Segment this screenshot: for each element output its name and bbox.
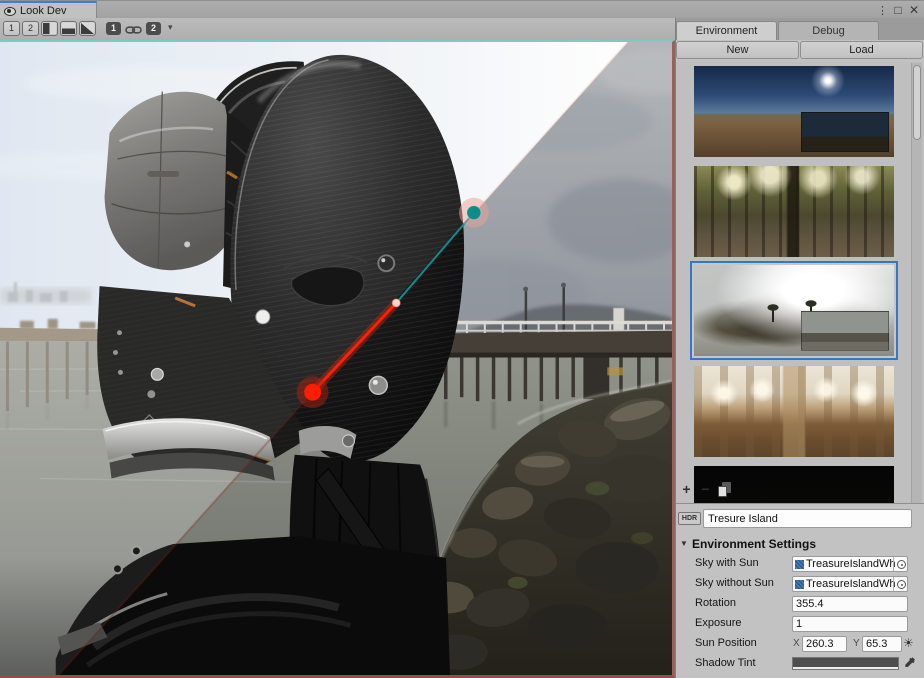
exposure-row: Exposure 1 xyxy=(676,615,924,633)
link-cameras-icon[interactable] xyxy=(125,23,142,41)
split-horizontal-icon[interactable] xyxy=(60,21,77,36)
hdr-name-row: HDR xyxy=(676,509,924,529)
sun-position-row: Sun Position X 260.3 Y 65.3 ☀ xyxy=(676,635,924,653)
y-axis-label: Y xyxy=(853,638,860,649)
shadow-tint-label: Shadow Tint xyxy=(695,657,756,669)
palm-tree-icon xyxy=(772,309,774,322)
load-button[interactable]: Load xyxy=(800,41,923,59)
duplicate-icon[interactable] xyxy=(718,482,733,498)
env-list-scrollbar[interactable] xyxy=(911,63,922,503)
tab-look-dev[interactable]: Look Dev xyxy=(0,1,97,19)
add-environment-button[interactable]: + xyxy=(678,481,695,499)
tab-title: Look Dev xyxy=(20,5,66,17)
view-handle-teal[interactable] xyxy=(467,206,481,220)
toolbar-dropdown-icon[interactable]: ▾ xyxy=(168,22,173,33)
cubemap-icon xyxy=(795,580,804,589)
env-list-footer: + − xyxy=(676,481,924,502)
exposure-label: Exposure xyxy=(695,617,741,629)
lookdev-viewport-render[interactable] xyxy=(0,40,675,678)
gizmo-midpoint[interactable] xyxy=(392,299,400,307)
rotation-field[interactable]: 355.4 xyxy=(792,596,908,612)
maximize-icon[interactable]: □ xyxy=(890,3,906,17)
sky-with-sun-value: TreasureIslandWh xyxy=(806,558,895,570)
exposure-field[interactable]: 1 xyxy=(792,616,908,632)
lookdev-toolbar: 1 2 1 2 ▾ xyxy=(0,18,675,40)
environment-panel: Environment Debug New Load xyxy=(676,18,924,678)
hdr-badge: HDR xyxy=(678,512,701,525)
shadow-tint-row: Shadow Tint xyxy=(676,655,924,673)
remove-environment-button[interactable]: − xyxy=(697,481,714,499)
split-diagonal-icon[interactable] xyxy=(79,21,96,36)
sky-with-sun-object-field[interactable]: TreasureIslandWh xyxy=(792,556,908,572)
foldout-arrow-icon[interactable]: ▼ xyxy=(680,539,688,548)
new-button[interactable]: New xyxy=(676,41,799,59)
camera-1-badge[interactable]: 1 xyxy=(106,22,121,35)
shadow-tint-color-swatch[interactable] xyxy=(792,657,899,670)
sun-x-field[interactable]: 260.3 xyxy=(802,636,847,652)
sun-y-field[interactable]: 65.3 xyxy=(862,636,902,652)
env-list-scroll-thumb[interactable] xyxy=(913,65,921,140)
hdri-inset-savanna xyxy=(801,112,889,152)
sun-icon[interactable]: ☀ xyxy=(903,636,914,650)
sun-handle-red[interactable] xyxy=(304,384,321,401)
sky-with-sun-row: Sky with Sun TreasureIslandWh xyxy=(676,555,924,573)
panel-tab-strip: Environment Debug xyxy=(676,18,924,40)
eyedropper-icon[interactable] xyxy=(904,656,917,674)
tab-debug[interactable]: Debug xyxy=(778,21,879,40)
single-view-2-button[interactable]: 2 xyxy=(22,21,39,36)
environment-name-input[interactable] xyxy=(703,509,912,528)
split-vertical-icon[interactable] xyxy=(41,21,58,36)
sky-without-sun-object-field[interactable]: TreasureIslandWh xyxy=(792,576,908,592)
lookdev-window: Look Dev ⋮ □ ✕ 1 2 1 2 ▾ xyxy=(0,0,924,678)
hdri-inset-treasure-island xyxy=(801,311,889,351)
x-axis-label: X xyxy=(793,638,800,649)
env-actions: New Load xyxy=(676,40,924,60)
hdri-environment-list xyxy=(676,62,924,503)
sky-without-sun-row: Sky without Sun TreasureIslandWh xyxy=(676,575,924,593)
sky-without-sun-label: Sky without Sun xyxy=(695,577,774,589)
rotation-value: 355.4 xyxy=(796,598,824,610)
object-picker-icon[interactable] xyxy=(893,557,907,571)
camera-2-badge[interactable]: 2 xyxy=(146,22,161,35)
eye-icon xyxy=(4,7,16,16)
exposure-value: 1 xyxy=(796,618,802,630)
sky-without-sun-value: TreasureIslandWh xyxy=(806,578,895,590)
hdri-thumbnail-savanna[interactable] xyxy=(694,66,894,157)
window-menu-icon[interactable]: ⋮ xyxy=(874,4,890,17)
hdri-thumbnail-church[interactable] xyxy=(694,366,894,457)
settings-header-label: Environment Settings xyxy=(692,537,816,551)
rotation-label: Rotation xyxy=(695,597,736,609)
object-picker-icon[interactable] xyxy=(893,577,907,591)
rotation-row: Rotation 355.4 xyxy=(676,595,924,613)
title-bar: Look Dev ⋮ □ ✕ xyxy=(0,0,924,18)
single-view-1-button[interactable]: 1 xyxy=(3,21,20,36)
separator xyxy=(676,503,924,504)
tab-environment[interactable]: Environment xyxy=(676,21,777,40)
hdri-thumbnail-treasure-island-selected[interactable] xyxy=(690,261,898,360)
hdri-thumbnail-forest[interactable] xyxy=(694,166,894,257)
sky-with-sun-label: Sky with Sun xyxy=(695,557,759,569)
environment-settings-header[interactable]: ▼ Environment Settings xyxy=(676,536,924,553)
cubemap-icon xyxy=(795,560,804,569)
sun-position-label: Sun Position xyxy=(695,637,757,649)
close-icon[interactable]: ✕ xyxy=(906,3,922,17)
scene-render xyxy=(0,42,672,675)
